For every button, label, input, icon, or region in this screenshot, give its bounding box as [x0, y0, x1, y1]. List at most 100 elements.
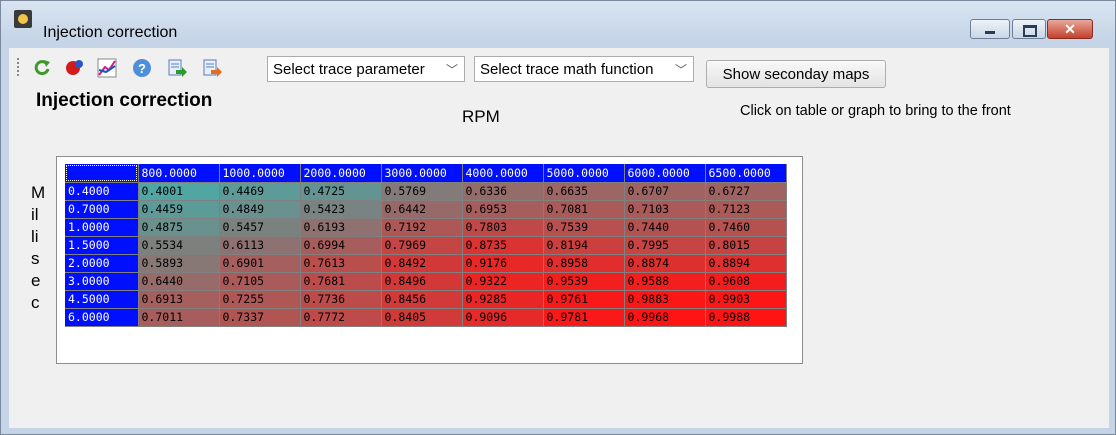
table-cell[interactable]: 0.7440	[624, 218, 706, 237]
export-icon[interactable]	[202, 58, 222, 78]
table-cell[interactable]: 0.8456	[381, 290, 463, 309]
row-header[interactable]: 6.0000	[65, 308, 139, 327]
table-cell[interactable]: 0.6707	[624, 182, 706, 201]
table-cell[interactable]: 0.8894	[705, 254, 787, 273]
table-cell[interactable]: 0.7613	[300, 254, 382, 273]
table-cell[interactable]: 0.4001	[138, 182, 220, 201]
table-cell[interactable]: 0.5423	[300, 200, 382, 219]
map-table-container[interactable]: 800.0000 1000.0000 2000.0000 3000.0000 4000.…	[56, 156, 803, 364]
table-cell[interactable]: 0.7337	[219, 308, 301, 327]
import-icon[interactable]	[167, 58, 187, 78]
row-header[interactable]: 3.0000	[65, 272, 139, 291]
map-table[interactable]: 800.0000 1000.0000 2000.0000 3000.0000 4000.…	[65, 164, 787, 327]
refresh-icon[interactable]	[32, 58, 52, 78]
table-cell[interactable]: 0.7255	[219, 290, 301, 309]
help-icon[interactable]: ?	[132, 58, 152, 78]
trace-parameter-value: Select trace parameter	[273, 61, 425, 78]
table-corner-cell[interactable]	[65, 164, 139, 183]
table-cell[interactable]: 0.9588	[624, 272, 706, 291]
table-cell[interactable]: 0.6635	[543, 182, 625, 201]
trace-parameter-select[interactable]: Select trace parameter ﹀	[267, 56, 465, 82]
maximize-button[interactable]	[1012, 19, 1046, 39]
table-cell[interactable]: 0.8015	[705, 236, 787, 255]
table-cell[interactable]: 0.4459	[138, 200, 220, 219]
title-bar[interactable]: Injection correction ✕	[1, 1, 1115, 41]
table-cell[interactable]: 0.7011	[138, 308, 220, 327]
table-cell[interactable]: 0.8735	[462, 236, 544, 255]
table-cell[interactable]: 0.7681	[300, 272, 382, 291]
table-cell[interactable]: 0.5457	[219, 218, 301, 237]
chart-edit-icon[interactable]	[97, 58, 117, 78]
column-header[interactable]: 1000.0000	[219, 164, 301, 183]
table-cell[interactable]: 0.7192	[381, 218, 463, 237]
table-cell[interactable]: 0.7460	[705, 218, 787, 237]
table-cell[interactable]: 0.9761	[543, 290, 625, 309]
table-cell[interactable]: 0.5534	[138, 236, 220, 255]
table-cell[interactable]: 0.6336	[462, 182, 544, 201]
table-cell[interactable]: 0.4875	[138, 218, 220, 237]
close-button[interactable]: ✕	[1047, 19, 1093, 39]
trace-math-function-select[interactable]: Select trace math function ﹀	[474, 56, 694, 82]
column-header[interactable]: 4000.0000	[462, 164, 544, 183]
column-header[interactable]: 6000.0000	[624, 164, 706, 183]
toolbar-grip[interactable]	[17, 58, 21, 76]
table-cell[interactable]: 0.8405	[381, 308, 463, 327]
table-cell[interactable]: 0.4725	[300, 182, 382, 201]
table-cell[interactable]: 0.8194	[543, 236, 625, 255]
table-cell[interactable]: 0.7772	[300, 308, 382, 327]
table-cell[interactable]: 0.7103	[624, 200, 706, 219]
table-cell[interactable]: 0.7081	[543, 200, 625, 219]
table-cell[interactable]: 0.9608	[705, 272, 787, 291]
table-cell[interactable]: 0.7539	[543, 218, 625, 237]
table-cell[interactable]: 0.9285	[462, 290, 544, 309]
table-cell[interactable]: 0.8958	[543, 254, 625, 273]
table-cell[interactable]: 0.7105	[219, 272, 301, 291]
table-cell[interactable]: 0.9096	[462, 308, 544, 327]
table-cell[interactable]: 0.7123	[705, 200, 787, 219]
table-cell[interactable]: 0.8496	[381, 272, 463, 291]
table-cell[interactable]: 0.8874	[624, 254, 706, 273]
column-header[interactable]: 5000.0000	[543, 164, 625, 183]
row-header[interactable]: 4.5000	[65, 290, 139, 309]
column-header[interactable]: 6500.0000	[705, 164, 787, 183]
row-header[interactable]: 2.0000	[65, 254, 139, 273]
row-header[interactable]: 0.4000	[65, 182, 139, 201]
table-cell[interactable]: 0.6953	[462, 200, 544, 219]
table-cell[interactable]: 0.7803	[462, 218, 544, 237]
column-header[interactable]: 2000.0000	[300, 164, 382, 183]
minimize-button[interactable]	[970, 19, 1010, 39]
table-cell[interactable]: 0.4849	[219, 200, 301, 219]
table-cell[interactable]: 0.9176	[462, 254, 544, 273]
record-icon[interactable]	[64, 58, 84, 78]
table-cell[interactable]: 0.6193	[300, 218, 382, 237]
table-cell[interactable]: 0.7736	[300, 290, 382, 309]
table-cell[interactable]: 0.5769	[381, 182, 463, 201]
row-header[interactable]: 0.7000	[65, 200, 139, 219]
column-header[interactable]: 800.0000	[138, 164, 220, 183]
table-cell[interactable]: 0.9968	[624, 308, 706, 327]
table-cell[interactable]: 0.6113	[219, 236, 301, 255]
table-cell[interactable]: 0.9781	[543, 308, 625, 327]
table-cell[interactable]: 0.5893	[138, 254, 220, 273]
column-header[interactable]: 3000.0000	[381, 164, 463, 183]
table-cell[interactable]: 0.9539	[543, 272, 625, 291]
table-cell[interactable]: 0.7969	[381, 236, 463, 255]
show-secondary-maps-button[interactable]: Show seconday maps	[706, 60, 886, 88]
table-cell[interactable]: 0.6442	[381, 200, 463, 219]
row-header[interactable]: 1.5000	[65, 236, 139, 255]
table-cell[interactable]: 0.6994	[300, 236, 382, 255]
table-cell[interactable]: 0.8492	[381, 254, 463, 273]
y-axis-label-part: il	[31, 205, 39, 224]
minimize-icon	[971, 20, 1009, 38]
row-header[interactable]: 1.0000	[65, 218, 139, 237]
table-cell[interactable]: 0.9883	[624, 290, 706, 309]
table-cell[interactable]: 0.9322	[462, 272, 544, 291]
table-cell[interactable]: 0.6440	[138, 272, 220, 291]
table-cell[interactable]: 0.4469	[219, 182, 301, 201]
table-cell[interactable]: 0.7995	[624, 236, 706, 255]
table-cell[interactable]: 0.6727	[705, 182, 787, 201]
table-cell[interactable]: 0.9903	[705, 290, 787, 309]
table-cell[interactable]: 0.6913	[138, 290, 220, 309]
table-cell[interactable]: 0.9988	[705, 308, 787, 327]
table-cell[interactable]: 0.6901	[219, 254, 301, 273]
